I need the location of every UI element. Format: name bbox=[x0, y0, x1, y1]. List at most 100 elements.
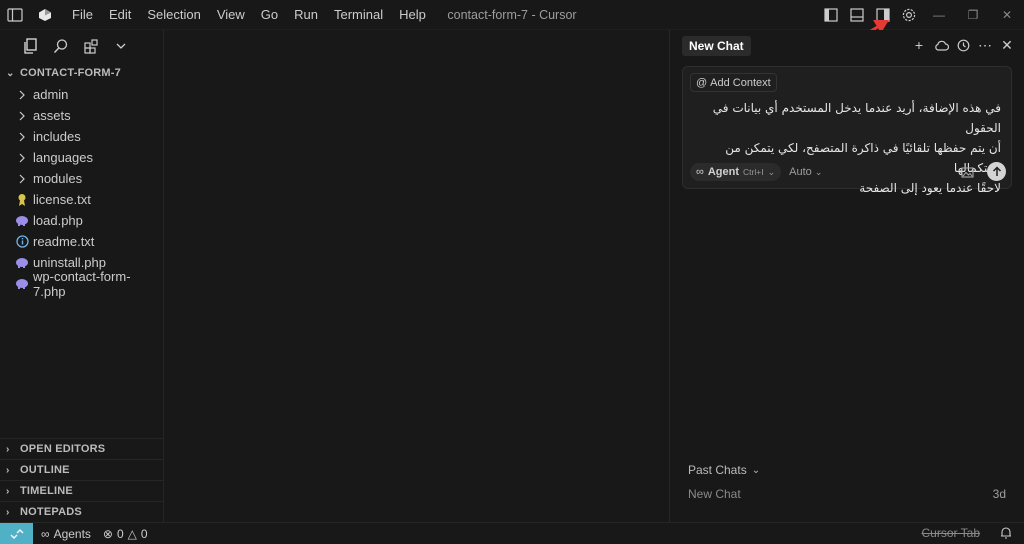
tree-item-label: load.php bbox=[33, 213, 83, 228]
tree-folder-admin[interactable]: admin bbox=[0, 84, 163, 105]
agent-mode-selector[interactable]: ∞ Agent Ctrl+I ⌄ bbox=[690, 163, 782, 181]
info-icon bbox=[14, 234, 30, 250]
bell-icon[interactable] bbox=[1000, 526, 1012, 542]
plus-icon[interactable]: + bbox=[910, 36, 928, 54]
menu-view[interactable]: View bbox=[209, 0, 253, 30]
at-icon: @ bbox=[696, 76, 708, 89]
tree-folder-assets[interactable]: assets bbox=[0, 105, 163, 126]
tree-item-label: readme.txt bbox=[33, 234, 95, 249]
chevron-right-icon: › bbox=[6, 506, 10, 518]
remote-indicator[interactable] bbox=[0, 522, 33, 544]
menu-help[interactable]: Help bbox=[391, 0, 434, 30]
chevron-down-icon: ⌄ bbox=[751, 464, 761, 476]
menu-file[interactable]: File bbox=[64, 0, 101, 30]
error-icon: ⊗ bbox=[102, 526, 113, 541]
php-elephant-icon bbox=[14, 255, 30, 271]
agents-status[interactable]: ∞ Agents bbox=[41, 527, 91, 541]
send-button[interactable] bbox=[987, 162, 1006, 181]
menu-terminal[interactable]: Terminal bbox=[326, 0, 391, 30]
chevron-down-icon: ⌄ bbox=[767, 166, 776, 177]
problems-status[interactable]: ⊗ 0 △ 0 bbox=[103, 527, 148, 541]
editor-area[interactable] bbox=[164, 30, 669, 522]
tree-item-label: admin bbox=[33, 87, 69, 102]
history-icon[interactable] bbox=[954, 36, 972, 54]
license-icon bbox=[14, 192, 30, 208]
chat-actions: + ⋯ ✕ bbox=[910, 36, 1016, 54]
explorer-sidebar: ⌄ CONTACT-FORM-7 admin assets includes l… bbox=[0, 30, 164, 522]
chevron-down-icon[interactable] bbox=[112, 37, 130, 55]
tree-item-label: languages bbox=[33, 150, 93, 165]
search-icon[interactable] bbox=[52, 37, 70, 55]
tab-new-chat[interactable]: New Chat bbox=[682, 36, 751, 56]
model-selector[interactable]: Auto ⌄ bbox=[789, 166, 822, 178]
past-chats-toggle[interactable]: Past Chats ⌄ bbox=[688, 463, 760, 477]
explorer-project-header[interactable]: ⌄ CONTACT-FORM-7 bbox=[0, 62, 163, 84]
prompt-line: في هذه الإضافة، أريد عندما يدخل المستخدم… bbox=[712, 101, 1001, 135]
menu-go[interactable]: Go bbox=[253, 0, 286, 30]
chevron-down-icon: ⌄ bbox=[6, 67, 15, 79]
restore-icon[interactable]: ❐ bbox=[956, 0, 990, 30]
tree-item-label: assets bbox=[33, 108, 71, 123]
add-context-button[interactable]: @ Add Context bbox=[690, 73, 777, 92]
chevron-down-icon: ⌄ bbox=[814, 167, 823, 177]
tree-file-license[interactable]: license.txt bbox=[0, 189, 163, 210]
file-tree: admin assets includes languages modules … bbox=[0, 84, 163, 299]
tree-file-wp-contact-form-7-php[interactable]: wp-contact-form-7.php bbox=[0, 269, 163, 299]
extensions-icon[interactable] bbox=[82, 37, 100, 55]
tree-folder-modules[interactable]: modules bbox=[0, 168, 163, 189]
arrow-up-icon bbox=[992, 166, 1001, 176]
past-chat-title: New Chat bbox=[688, 487, 741, 501]
close-icon[interactable]: ✕ bbox=[998, 36, 1016, 54]
section-outline[interactable]: › OUTLINE bbox=[0, 459, 163, 480]
php-elephant-icon bbox=[14, 276, 30, 292]
tree-file-readme[interactable]: readme.txt bbox=[0, 231, 163, 252]
cursor-tab-status[interactable]: Cursor Tab bbox=[922, 526, 980, 540]
explorer-files-icon[interactable] bbox=[22, 37, 40, 55]
cursor-logo-icon bbox=[30, 0, 60, 30]
section-timeline[interactable]: › TIMELINE bbox=[0, 480, 163, 501]
agents-label: Agents bbox=[53, 526, 91, 541]
chat-composer[interactable]: @ Add Context في هذه الإضافة، أريد عندما… bbox=[682, 66, 1012, 195]
section-label: TIMELINE bbox=[20, 485, 73, 497]
minimize-icon[interactable]: — bbox=[922, 0, 956, 30]
more-icon[interactable]: ⋯ bbox=[976, 36, 994, 54]
tree-item-label: license.txt bbox=[33, 192, 91, 207]
past-chat-item[interactable]: New Chat 3d bbox=[688, 487, 1006, 501]
chevron-right-icon bbox=[14, 108, 30, 124]
agent-shortcut: Ctrl+I bbox=[743, 167, 764, 177]
chevron-right-icon: › bbox=[6, 464, 10, 476]
menu-run[interactable]: Run bbox=[286, 0, 326, 30]
tree-item-label: includes bbox=[33, 129, 81, 144]
warning-icon: △ bbox=[127, 526, 137, 541]
infinity-icon: ∞ bbox=[696, 166, 704, 178]
project-name: CONTACT-FORM-7 bbox=[20, 67, 121, 79]
prompt-text[interactable]: في هذه الإضافة، أريد عندما يدخل المستخدم… bbox=[691, 98, 1001, 198]
tree-folder-includes[interactable]: includes bbox=[0, 126, 163, 147]
close-window-icon[interactable]: ✕ bbox=[990, 0, 1024, 30]
infinity-icon: ∞ bbox=[41, 526, 50, 541]
menu-edit[interactable]: Edit bbox=[101, 0, 139, 30]
toggle-sidebar-icon[interactable] bbox=[0, 0, 30, 30]
tree-item-label: modules bbox=[33, 171, 83, 186]
menu-selection[interactable]: Selection bbox=[139, 0, 208, 30]
tree-item-label: wp-contact-form-7.php bbox=[33, 268, 131, 299]
chevron-right-icon: › bbox=[6, 443, 10, 455]
model-label: Auto bbox=[789, 166, 812, 178]
cloud-icon[interactable] bbox=[932, 36, 950, 54]
chevron-right-icon bbox=[14, 87, 30, 103]
image-icon[interactable] bbox=[958, 163, 976, 181]
agent-label: Agent bbox=[707, 166, 740, 178]
section-label: OUTLINE bbox=[20, 464, 70, 476]
tree-folder-languages[interactable]: languages bbox=[0, 147, 163, 168]
section-label: NOTEPADS bbox=[20, 506, 82, 518]
chevron-right-icon bbox=[14, 171, 30, 187]
section-notepads[interactable]: › NOTEPADS bbox=[0, 501, 163, 522]
section-label: OPEN EDITORS bbox=[20, 443, 106, 455]
tree-file-load-php[interactable]: load.php bbox=[0, 210, 163, 231]
settings-gear-icon[interactable] bbox=[896, 0, 922, 30]
past-chat-time: 3d bbox=[992, 487, 1006, 501]
sidebar-toolbar bbox=[0, 30, 163, 62]
warning-count: 0 bbox=[140, 526, 148, 541]
section-open-editors[interactable]: › OPEN EDITORS bbox=[0, 438, 163, 459]
chat-panel: New Chat + ⋯ ✕ @ Add Context في هذه الإض… bbox=[669, 30, 1024, 522]
